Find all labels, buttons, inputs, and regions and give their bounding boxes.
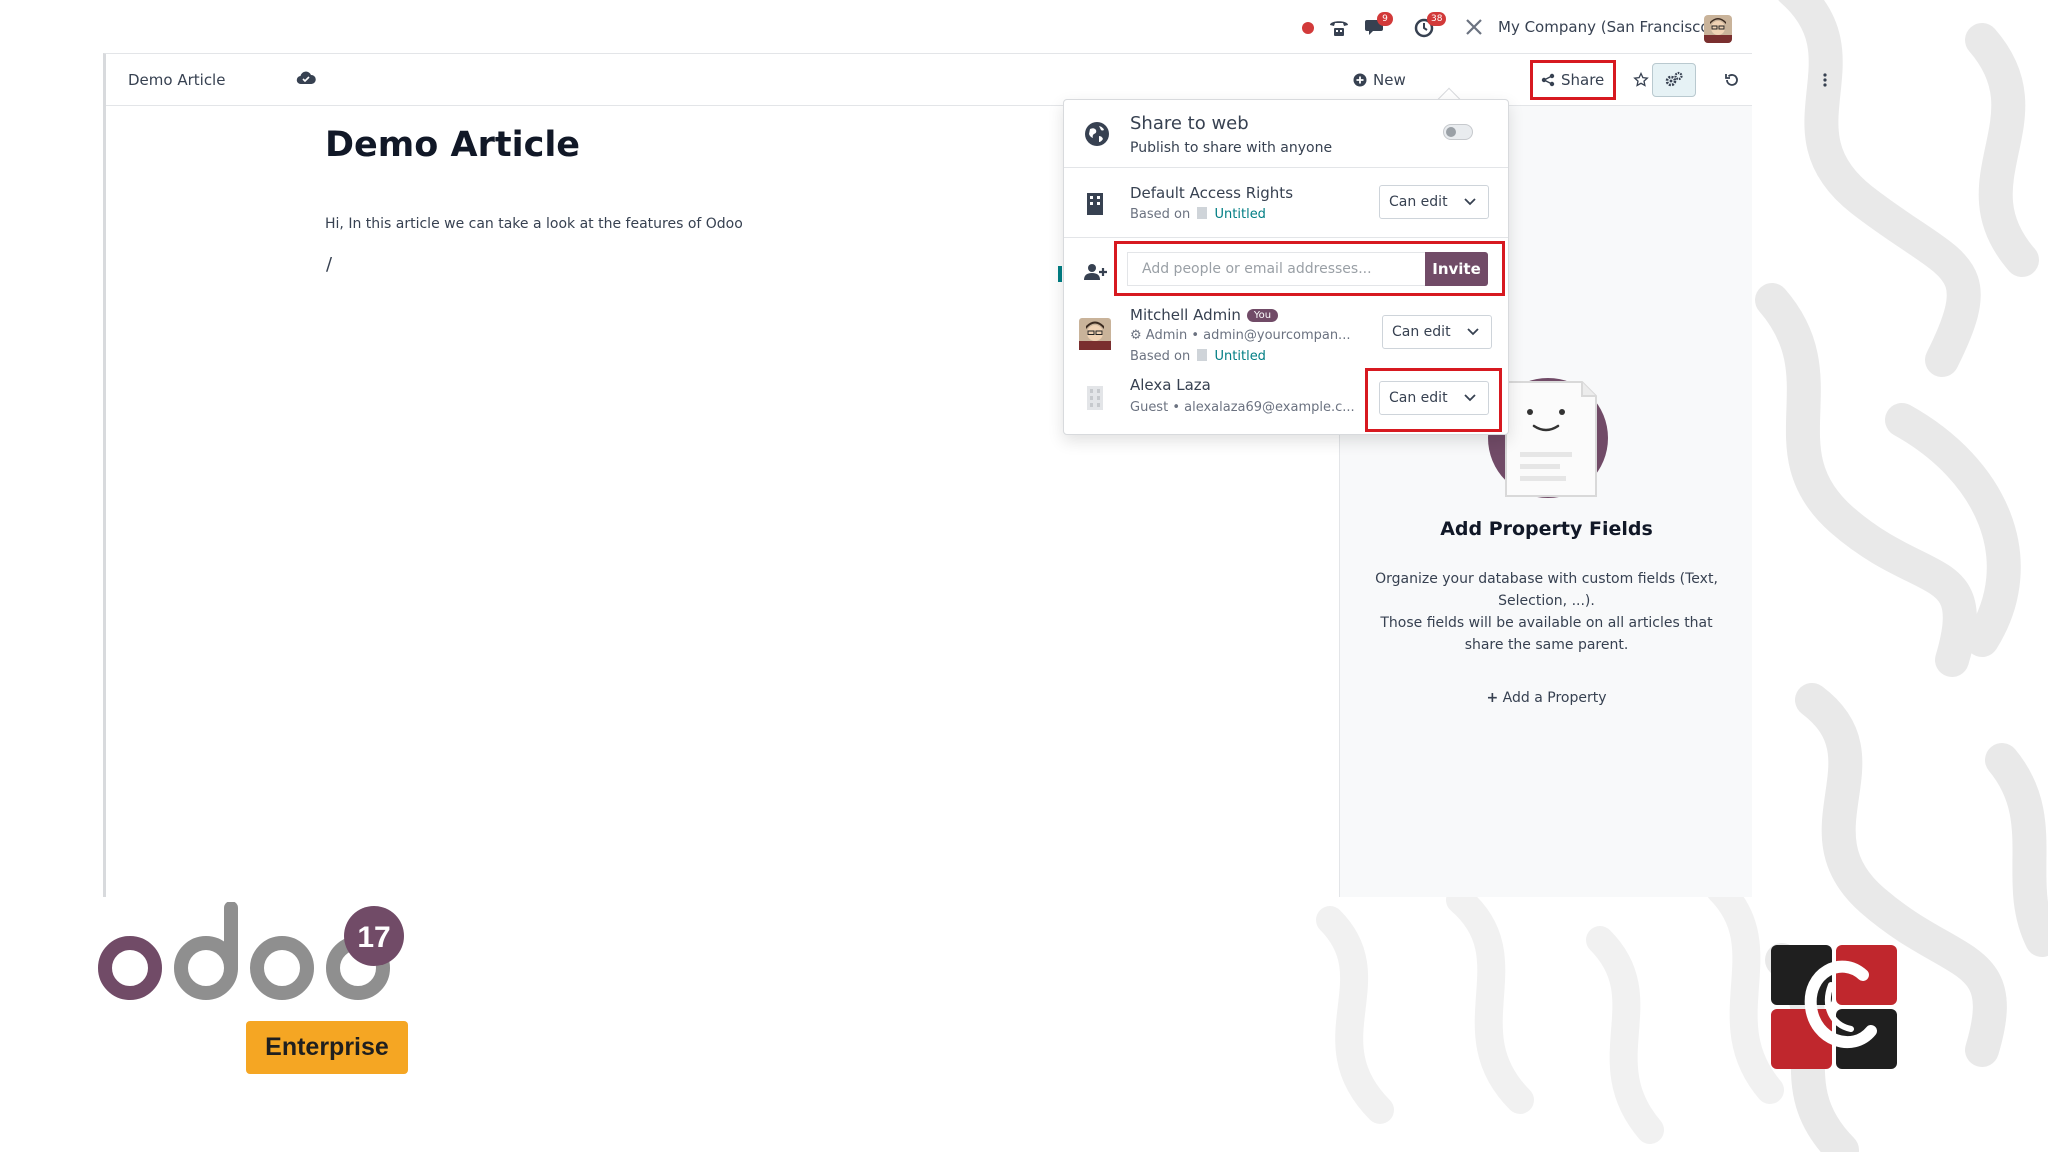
editor-gutter-marker [1058,266,1062,282]
member-based-on-link[interactable]: Untitled [1215,349,1266,364]
properties-gears-button[interactable] [1652,63,1696,97]
history-icon[interactable] [1717,66,1747,94]
description-line-1: Organize your database with custom field… [1375,571,1718,609]
phone-icon[interactable] [1327,16,1353,40]
new-article-button[interactable]: New [1353,63,1406,97]
share-to-web-subtitle: Publish to share with anyone [1130,140,1333,156]
default-access-select[interactable]: Can edit [1379,185,1489,219]
share-to-web-section: Share to web Publish to share with anyon… [1064,100,1508,168]
background-pattern-bottom [1316,880,1784,1144]
default-access-based-on: Based on Untitled [1130,207,1266,222]
activities-count-badge: 38 [1427,12,1447,26]
cybrosys-logo [1771,945,1897,1069]
user-avatar[interactable] [1704,15,1732,43]
plus-icon: + [1486,690,1499,706]
invite-highlight: Add people or email addresses... Invite [1114,241,1505,296]
globe-icon [1085,122,1109,146]
more-options-icon[interactable] [1810,66,1840,94]
messages-count-badge: 9 [1377,12,1393,26]
guest-member-role-line: Guest • alexalaza69@example.c... [1130,400,1355,415]
default-access-title: Default Access Rights [1130,184,1294,202]
debug-tools-icon[interactable] [1463,16,1489,40]
article-doc-icon [1197,349,1208,361]
guest-permission-value: Can edit [1389,390,1448,406]
default-access-value: Can edit [1389,194,1448,210]
member-permission-value: Can edit [1392,324,1451,340]
gears-icon [1665,71,1683,87]
activities-clock-icon[interactable]: 38 [1413,12,1447,40]
share-to-web-title: Share to web [1130,113,1249,134]
member-based-on-label: Based on [1130,349,1191,364]
company-switcher[interactable]: My Company (San Francisco) [1498,18,1715,36]
member-based-on: Based on Untitled [1130,349,1266,364]
chevron-down-icon [1464,198,1476,206]
invite-email-input[interactable]: Add people or email addresses... [1127,252,1427,286]
system-navbar: 9 38 My Company (San Francisco) [0,0,1752,54]
share-popover: Share to web Publish to share with anyon… [1063,99,1509,435]
member-name: Mitchell Admin [1130,306,1241,324]
breadcrumb[interactable]: Demo Article [128,71,225,89]
add-property-button[interactable]: + Add a Property [1340,690,1753,706]
article-doc-icon [1197,207,1208,219]
member-name-row: Mitchell Admin You [1130,305,1279,324]
member-role-text: Admin • admin@yourcompan... [1145,328,1351,343]
guest-member-name: Alexa Laza [1130,376,1211,394]
property-fields-description: Organize your database with custom field… [1364,568,1729,656]
add-user-icon [1084,264,1107,280]
cloud-saved-icon [296,70,318,88]
version-number: 17 [357,921,390,954]
share-icon [1541,73,1555,87]
guest-permission-select[interactable]: Can edit [1379,381,1489,415]
odoo-logo: 17 [98,902,404,1000]
member-avatar [1079,318,1111,350]
invite-button[interactable]: Invite [1425,252,1488,286]
description-line-2: Those fields will be available on all ar… [1380,615,1713,653]
plus-circle-icon [1353,73,1367,87]
share-to-web-toggle[interactable] [1443,124,1473,140]
member-role-line: ⚙ Admin • admin@yourcompan... [1130,328,1350,343]
guest-avatar [1087,386,1103,410]
chevron-down-icon [1467,328,1479,336]
based-on-article-link[interactable]: Untitled [1215,207,1266,222]
you-badge: You [1246,309,1279,322]
gear-icon: ⚙ [1130,328,1142,343]
article-body-text[interactable]: Hi, In this article we can take a look a… [325,216,743,232]
recording-indicator-icon [1302,22,1314,34]
messages-icon[interactable]: 9 [1365,12,1393,40]
share-label: Share [1561,71,1605,89]
chevron-down-icon [1464,394,1476,402]
command-cursor[interactable]: / [326,254,332,275]
property-fields-title: Add Property Fields [1440,518,1653,540]
building-icon [1087,193,1103,215]
share-button[interactable]: Share [1530,60,1616,100]
invite-placeholder: Add people or email addresses... [1142,261,1372,277]
enterprise-badge: Enterprise [246,1021,408,1074]
member-permission-select[interactable]: Can edit [1382,315,1492,349]
guest-permission-highlight: Can edit [1365,368,1502,432]
new-label: New [1373,71,1406,89]
add-property-label: Add a Property [1502,690,1607,706]
based-on-label: Based on [1130,207,1191,222]
article-title[interactable]: Demo Article [325,125,580,165]
